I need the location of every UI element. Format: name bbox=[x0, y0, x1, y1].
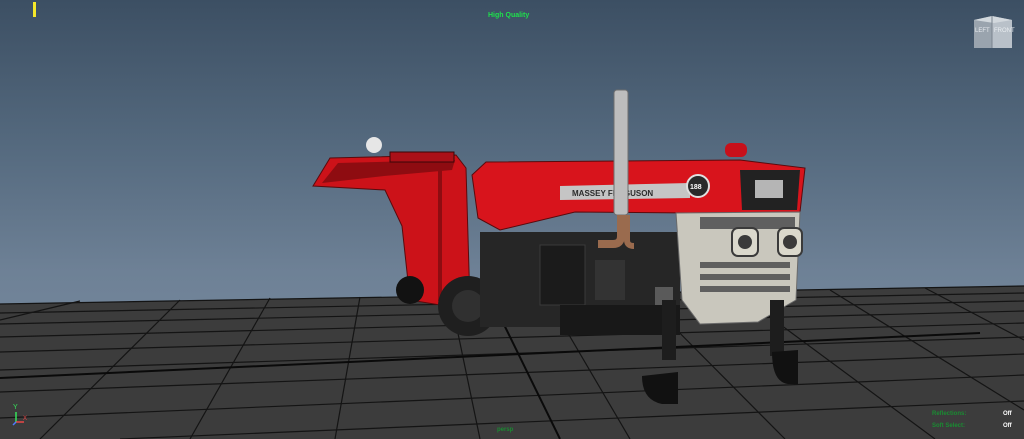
exhaust-stack bbox=[613, 89, 629, 216]
axis-y-label: Y bbox=[13, 404, 18, 411]
small-wheel bbox=[396, 276, 424, 304]
viewcube-left-label[interactable]: LEFT bbox=[975, 28, 990, 34]
axis-indicator: Y X bbox=[10, 404, 30, 426]
hud-row-reflections: Reflections: Off bbox=[930, 411, 1020, 423]
frame-marker bbox=[33, 2, 36, 17]
hud-row-value: Off bbox=[1003, 411, 1012, 417]
hud-row-soft-select: Soft Select: Off bbox=[930, 423, 1020, 435]
axis-x-label: X bbox=[23, 416, 28, 422]
viewport-scene[interactable]: MASSEY FERGUSON 188 bbox=[0, 0, 1024, 439]
viewcube[interactable]: LEFT FRONT bbox=[970, 14, 1015, 52]
camera-name-label: persp bbox=[497, 427, 514, 433]
hud-row-name: Reflections: bbox=[932, 411, 967, 417]
hud-row-value: Off bbox=[1003, 423, 1012, 429]
viewcube-front-label[interactable]: FRONT bbox=[994, 28, 1015, 34]
hud-status: Reflections: Off Soft Select: Off bbox=[930, 411, 1020, 437]
hood-brand-text: MASSEY FERGUSON bbox=[572, 189, 653, 198]
3d-viewport[interactable]: MASSEY FERGUSON 188 High Quality LEFT FR… bbox=[0, 0, 1024, 439]
hood-badge-text: 188 bbox=[690, 184, 702, 191]
quality-label: High Quality bbox=[488, 12, 530, 19]
mirror-knob bbox=[366, 137, 382, 153]
hud-row-name: Soft Select: bbox=[932, 423, 966, 429]
